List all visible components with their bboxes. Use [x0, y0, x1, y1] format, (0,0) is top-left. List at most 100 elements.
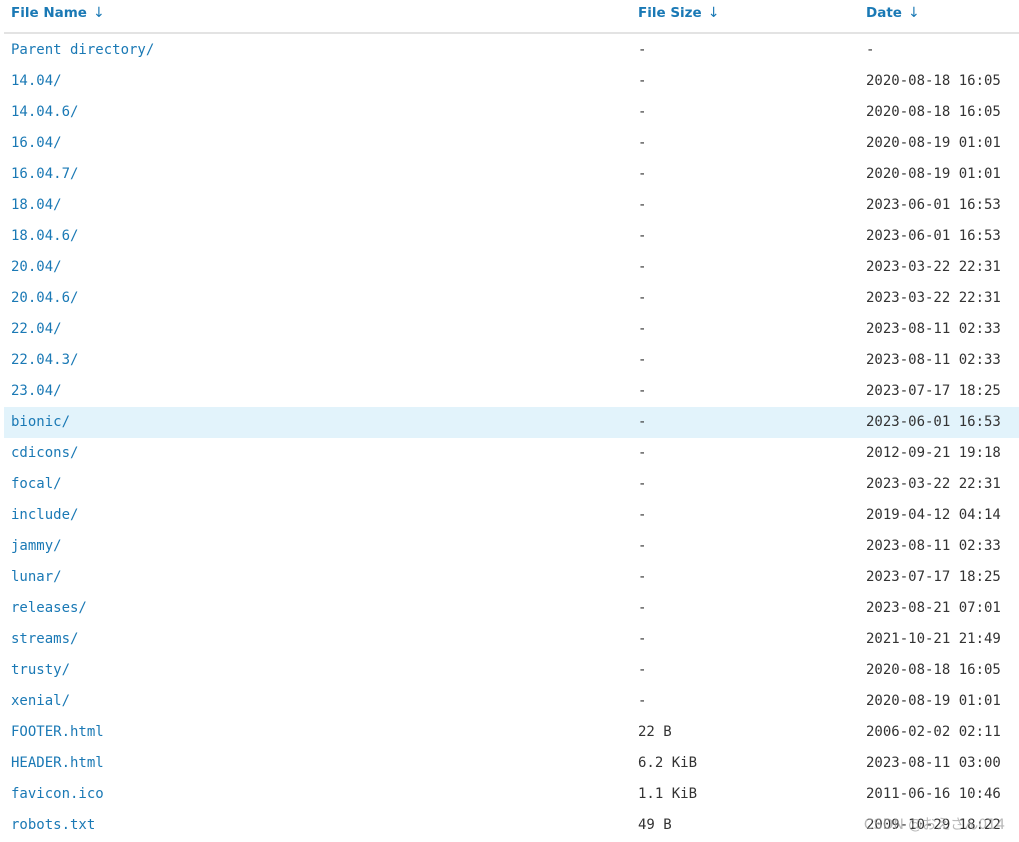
sort-by-size-header[interactable]: File Size ↓ [638, 5, 719, 21]
table-row: lunar/ - 2023-07-17 18:25 [4, 562, 1019, 593]
file-link[interactable]: xenial/ [11, 686, 70, 717]
file-link[interactable]: 22.04.3/ [11, 345, 78, 376]
file-date: 2023-08-21 07:01 [866, 600, 1001, 616]
table-row: 22.04.3/ - 2023-08-11 02:33 [4, 345, 1019, 376]
file-size: - [638, 414, 647, 430]
file-link[interactable]: 14.04/ [11, 66, 62, 97]
file-date: 2020-08-18 16:05 [866, 73, 1001, 89]
file-size: 49 B [638, 817, 672, 833]
table-row: FOOTER.html 22 B 2006-02-02 02:11 [4, 717, 1019, 748]
table-row: cdicons/ - 2012-09-21 19:18 [4, 438, 1019, 469]
file-date: 2006-02-02 02:11 [866, 724, 1001, 740]
file-size: - [638, 42, 647, 58]
sort-arrow-icon: ↓ [907, 5, 920, 21]
file-date: 2020-08-18 16:05 [866, 662, 1001, 678]
file-date: 2019-04-12 04:14 [866, 507, 1001, 523]
file-link[interactable]: 18.04.6/ [11, 221, 78, 252]
file-link[interactable]: include/ [11, 500, 78, 531]
table-row: include/ - 2019-04-12 04:14 [4, 500, 1019, 531]
sort-by-name-header[interactable]: File Name ↓ [11, 5, 105, 21]
file-size: - [638, 290, 647, 306]
file-link[interactable]: FOOTER.html [11, 717, 104, 748]
file-date: 2011-06-16 10:46 [866, 786, 1001, 802]
file-size: - [638, 662, 647, 678]
file-date: 2023-08-11 02:33 [866, 538, 1001, 554]
file-link[interactable]: 16.04/ [11, 128, 62, 159]
file-size: - [638, 197, 647, 213]
table-row: bionic/ - 2023-06-01 16:53 [4, 407, 1019, 438]
file-date: 2023-07-17 18:25 [866, 569, 1001, 585]
file-listing: File Name ↓ File Size ↓ Date ↓ Parent direc… [4, 0, 1019, 841]
table-row: HEADER.html 6.2 KiB 2023-08-11 03:00 [4, 748, 1019, 779]
file-size: 6.2 KiB [638, 755, 698, 771]
file-size: - [638, 104, 647, 120]
file-link[interactable]: trusty/ [11, 655, 70, 686]
table-row: 22.04/ - 2023-08-11 02:33 [4, 314, 1019, 345]
parent-directory-row: Parent directory/ - - [4, 35, 1019, 66]
file-link[interactable]: 16.04.7/ [11, 159, 78, 190]
file-date: 2020-08-19 01:01 [866, 166, 1001, 182]
table-row: favicon.ico 1.1 KiB 2011-06-16 10:46 [4, 779, 1019, 810]
table-row: 18.04.6/ - 2023-06-01 16:53 [4, 221, 1019, 252]
table-row: 14.04/ - 2020-08-18 16:05 [4, 66, 1019, 97]
table-row: focal/ - 2023-03-22 22:31 [4, 469, 1019, 500]
file-link[interactable]: favicon.ico [11, 779, 104, 810]
file-link[interactable]: 20.04/ [11, 252, 62, 283]
parent-directory-link[interactable]: Parent directory/ [11, 35, 154, 66]
file-date: 2023-08-11 03:00 [866, 755, 1001, 771]
file-link[interactable]: releases/ [11, 593, 87, 624]
file-date: 2009-10-29 18:22 [866, 817, 1001, 833]
table-row: robots.txt 49 B 2009-10-29 18:22 [4, 810, 1019, 841]
table-row: 20.04/ - 2023-03-22 22:31 [4, 252, 1019, 283]
file-link[interactable]: 22.04/ [11, 314, 62, 345]
file-date: 2020-08-19 01:01 [866, 135, 1001, 151]
table-header: File Name ↓ File Size ↓ Date ↓ [4, 0, 1019, 34]
sort-by-date-header[interactable]: Date ↓ [866, 5, 920, 21]
sort-arrow-icon: ↓ [92, 5, 105, 21]
file-date: 2020-08-19 01:01 [866, 693, 1001, 709]
table-row: 16.04.7/ - 2020-08-19 01:01 [4, 159, 1019, 190]
file-size: - [638, 352, 647, 368]
file-size: - [638, 166, 647, 182]
table-row: 18.04/ - 2023-06-01 16:53 [4, 190, 1019, 221]
file-size: - [638, 383, 647, 399]
table-row: 23.04/ - 2023-07-17 18:25 [4, 376, 1019, 407]
file-link[interactable]: jammy/ [11, 531, 62, 562]
file-date: 2023-06-01 16:53 [866, 414, 1001, 430]
file-link[interactable]: cdicons/ [11, 438, 78, 469]
file-date: 2023-08-11 02:33 [866, 352, 1001, 368]
file-link[interactable]: 20.04.6/ [11, 283, 78, 314]
file-rows: Parent directory/ - - 14.04/ - 2020-08-18 16:… [4, 35, 1019, 841]
file-link[interactable]: focal/ [11, 469, 62, 500]
table-row: xenial/ - 2020-08-19 01:01 [4, 686, 1019, 717]
file-link[interactable]: 14.04.6/ [11, 97, 78, 128]
file-size: - [638, 631, 647, 647]
file-size: - [638, 693, 647, 709]
name-header-label: File Name [11, 5, 87, 21]
file-date: 2023-06-01 16:53 [866, 228, 1001, 244]
file-date: - [866, 42, 875, 58]
file-link[interactable]: streams/ [11, 624, 78, 655]
date-header-label: Date [866, 5, 902, 21]
file-date: 2021-10-21 21:49 [866, 631, 1001, 647]
file-link[interactable]: 23.04/ [11, 376, 62, 407]
table-row: streams/ - 2021-10-21 21:49 [4, 624, 1019, 655]
table-row: releases/ - 2023-08-21 07:01 [4, 593, 1019, 624]
table-row: 20.04.6/ - 2023-03-22 22:31 [4, 283, 1019, 314]
file-link[interactable]: lunar/ [11, 562, 62, 593]
sort-arrow-icon: ↓ [707, 5, 720, 21]
table-row: jammy/ - 2023-08-11 02:33 [4, 531, 1019, 562]
file-link[interactable]: bionic/ [11, 407, 70, 438]
file-size: - [638, 135, 647, 151]
table-row: 14.04.6/ - 2020-08-18 16:05 [4, 97, 1019, 128]
file-link[interactable]: robots.txt [11, 810, 95, 841]
file-size: 1.1 KiB [638, 786, 698, 802]
file-link[interactable]: HEADER.html [11, 748, 104, 779]
file-size: - [638, 538, 647, 554]
file-size: - [638, 73, 647, 89]
file-size: - [638, 259, 647, 275]
file-date: 2012-09-21 19:18 [866, 445, 1001, 461]
file-link[interactable]: 18.04/ [11, 190, 62, 221]
file-size: - [638, 228, 647, 244]
file-size: - [638, 600, 647, 616]
